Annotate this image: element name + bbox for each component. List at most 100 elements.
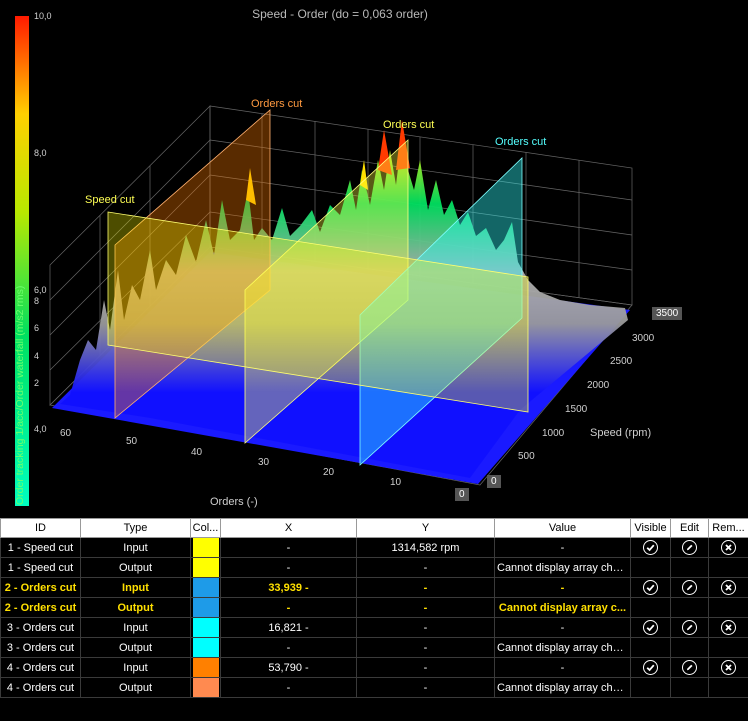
- orders-tick: 40: [191, 447, 203, 458]
- remove-x-icon[interactable]: [721, 620, 736, 635]
- color-swatch[interactable]: [192, 578, 219, 597]
- visible-check-icon[interactable]: [643, 540, 658, 555]
- cell-y: -: [356, 637, 495, 658]
- header-x[interactable]: X: [220, 518, 357, 538]
- cell-visible-check: [630, 617, 671, 638]
- cell-value: -: [494, 657, 631, 678]
- color-swatch[interactable]: [192, 538, 219, 557]
- cell-id: 2 - Orders cut: [0, 577, 81, 598]
- visible-check-icon[interactable]: [643, 580, 658, 595]
- cell-y: -: [356, 577, 495, 598]
- cell-edit-pen: [670, 557, 709, 578]
- cell-remove-x: [708, 557, 748, 578]
- cell-id: 4 - Orders cut: [0, 677, 81, 698]
- speed-tick-cursor: 0: [487, 475, 501, 488]
- cursor-table-panel: ID Type Col... X Y Value Visible Edit Re…: [0, 518, 748, 721]
- colorbar-label: 6,0: [34, 285, 47, 295]
- cell-id: 2 - Orders cut: [0, 597, 81, 618]
- orders-tick: 10: [390, 477, 402, 488]
- cell-color: [190, 557, 221, 578]
- visible-check-icon[interactable]: [643, 660, 658, 675]
- cell-type: Output: [80, 677, 191, 698]
- plot-canvas[interactable]: [0, 0, 748, 518]
- remove-x-icon[interactable]: [721, 580, 736, 595]
- orders-tick: 60: [60, 428, 72, 439]
- color-swatch[interactable]: [192, 678, 219, 697]
- header-remove[interactable]: Rem...: [708, 518, 748, 538]
- orders-cut-label: Orders cut: [251, 98, 303, 110]
- cell-remove-x: [708, 597, 748, 618]
- table-row[interactable]: 2 - Orders cut Input 33,939 ---: [0, 577, 748, 598]
- cell-visible-check: [630, 577, 671, 598]
- waterfall-plot[interactable]: Speed - Order (do = 0,063 order) 10,0 8,…: [0, 0, 748, 518]
- cell-value: Cannot display array chan...: [494, 557, 631, 578]
- edit-pen-icon[interactable]: [682, 540, 697, 555]
- cell-x: -: [220, 537, 357, 558]
- cell-type: Input: [80, 577, 191, 598]
- cell-remove-x: [708, 577, 748, 598]
- table-row[interactable]: 4 - Orders cut Input 53,790 ---: [0, 657, 748, 678]
- table-row[interactable]: 1 - Speed cut Output - - Cannot display arra…: [0, 557, 748, 578]
- cell-y: -: [356, 617, 495, 638]
- header-value[interactable]: Value: [494, 518, 631, 538]
- header-type[interactable]: Type: [80, 518, 191, 538]
- cell-id: 1 - Speed cut: [0, 557, 81, 578]
- orders-cut-label: Orders cut: [383, 119, 435, 131]
- edit-pen-icon[interactable]: [682, 580, 697, 595]
- visible-check-icon[interactable]: [643, 620, 658, 635]
- cell-y: -: [356, 597, 495, 618]
- speed-tick-max: 3500: [652, 307, 683, 320]
- color-swatch[interactable]: [192, 618, 219, 637]
- cell-y: -: [356, 557, 495, 578]
- cell-edit-pen: [670, 577, 709, 598]
- remove-x-icon[interactable]: [721, 660, 736, 675]
- cell-edit-pen: [670, 677, 709, 698]
- color-swatch[interactable]: [192, 638, 219, 657]
- table-row[interactable]: 2 - Orders cut Output - - Cannot display arr…: [0, 597, 748, 618]
- orders-axis-title: Orders (-): [210, 496, 258, 508]
- cell-x: 33,939 -: [220, 577, 357, 598]
- header-id[interactable]: ID: [0, 518, 81, 538]
- edit-pen-icon[interactable]: [682, 660, 697, 675]
- table-row[interactable]: 3 - Orders cut Output - - Cannot display arr…: [0, 637, 748, 658]
- cell-type: Output: [80, 637, 191, 658]
- cell-edit-pen: [670, 597, 709, 618]
- cell-value: Cannot display array chan...: [494, 677, 631, 698]
- speed-cut-label: Speed cut: [85, 194, 135, 206]
- speed-axis-title: Speed (rpm): [590, 427, 652, 439]
- speed-tick: 2500: [610, 356, 633, 367]
- header-edit[interactable]: Edit: [670, 518, 709, 538]
- table-row[interactable]: 3 - Orders cut Input 16,821 ---: [0, 617, 748, 638]
- table-header: ID Type Col... X Y Value Visible Edit Re…: [0, 518, 748, 538]
- cell-visible-check: [630, 537, 671, 558]
- cell-remove-x: [708, 637, 748, 658]
- orders-tick: 30: [258, 457, 270, 468]
- cell-remove-x: [708, 617, 748, 638]
- color-swatch[interactable]: [192, 558, 219, 577]
- color-swatch[interactable]: [192, 658, 219, 677]
- header-visible[interactable]: Visible: [630, 518, 671, 538]
- plot-title: Speed - Order (do = 0,063 order): [252, 7, 428, 21]
- cell-color: [190, 617, 221, 638]
- orders-cut-label: Orders cut: [495, 136, 547, 148]
- color-swatch[interactable]: [192, 598, 219, 617]
- remove-x-icon[interactable]: [721, 540, 736, 555]
- cursor-table: ID Type Col... X Y Value Visible Edit Re…: [0, 518, 748, 698]
- speed-tick: 3000: [632, 333, 655, 344]
- table-row[interactable]: 4 - Orders cut Output - - Cannot display arr…: [0, 677, 748, 698]
- z-tick: 6: [34, 323, 40, 333]
- cell-color: [190, 597, 221, 618]
- cell-value: -: [494, 537, 631, 558]
- speed-tick: 1500: [565, 404, 588, 415]
- table-row[interactable]: 1 - Speed cut Input -1314,582 rpm -: [0, 537, 748, 558]
- colorbar-label: 8,0: [34, 148, 47, 158]
- header-y[interactable]: Y: [356, 518, 495, 538]
- cell-x: 16,821 -: [220, 617, 357, 638]
- speed-tick: 2000: [587, 380, 610, 391]
- edit-pen-icon[interactable]: [682, 620, 697, 635]
- header-color[interactable]: Col...: [190, 518, 221, 538]
- cell-color: [190, 677, 221, 698]
- cell-type: Input: [80, 537, 191, 558]
- cell-color: [190, 577, 221, 598]
- cell-color: [190, 537, 221, 558]
